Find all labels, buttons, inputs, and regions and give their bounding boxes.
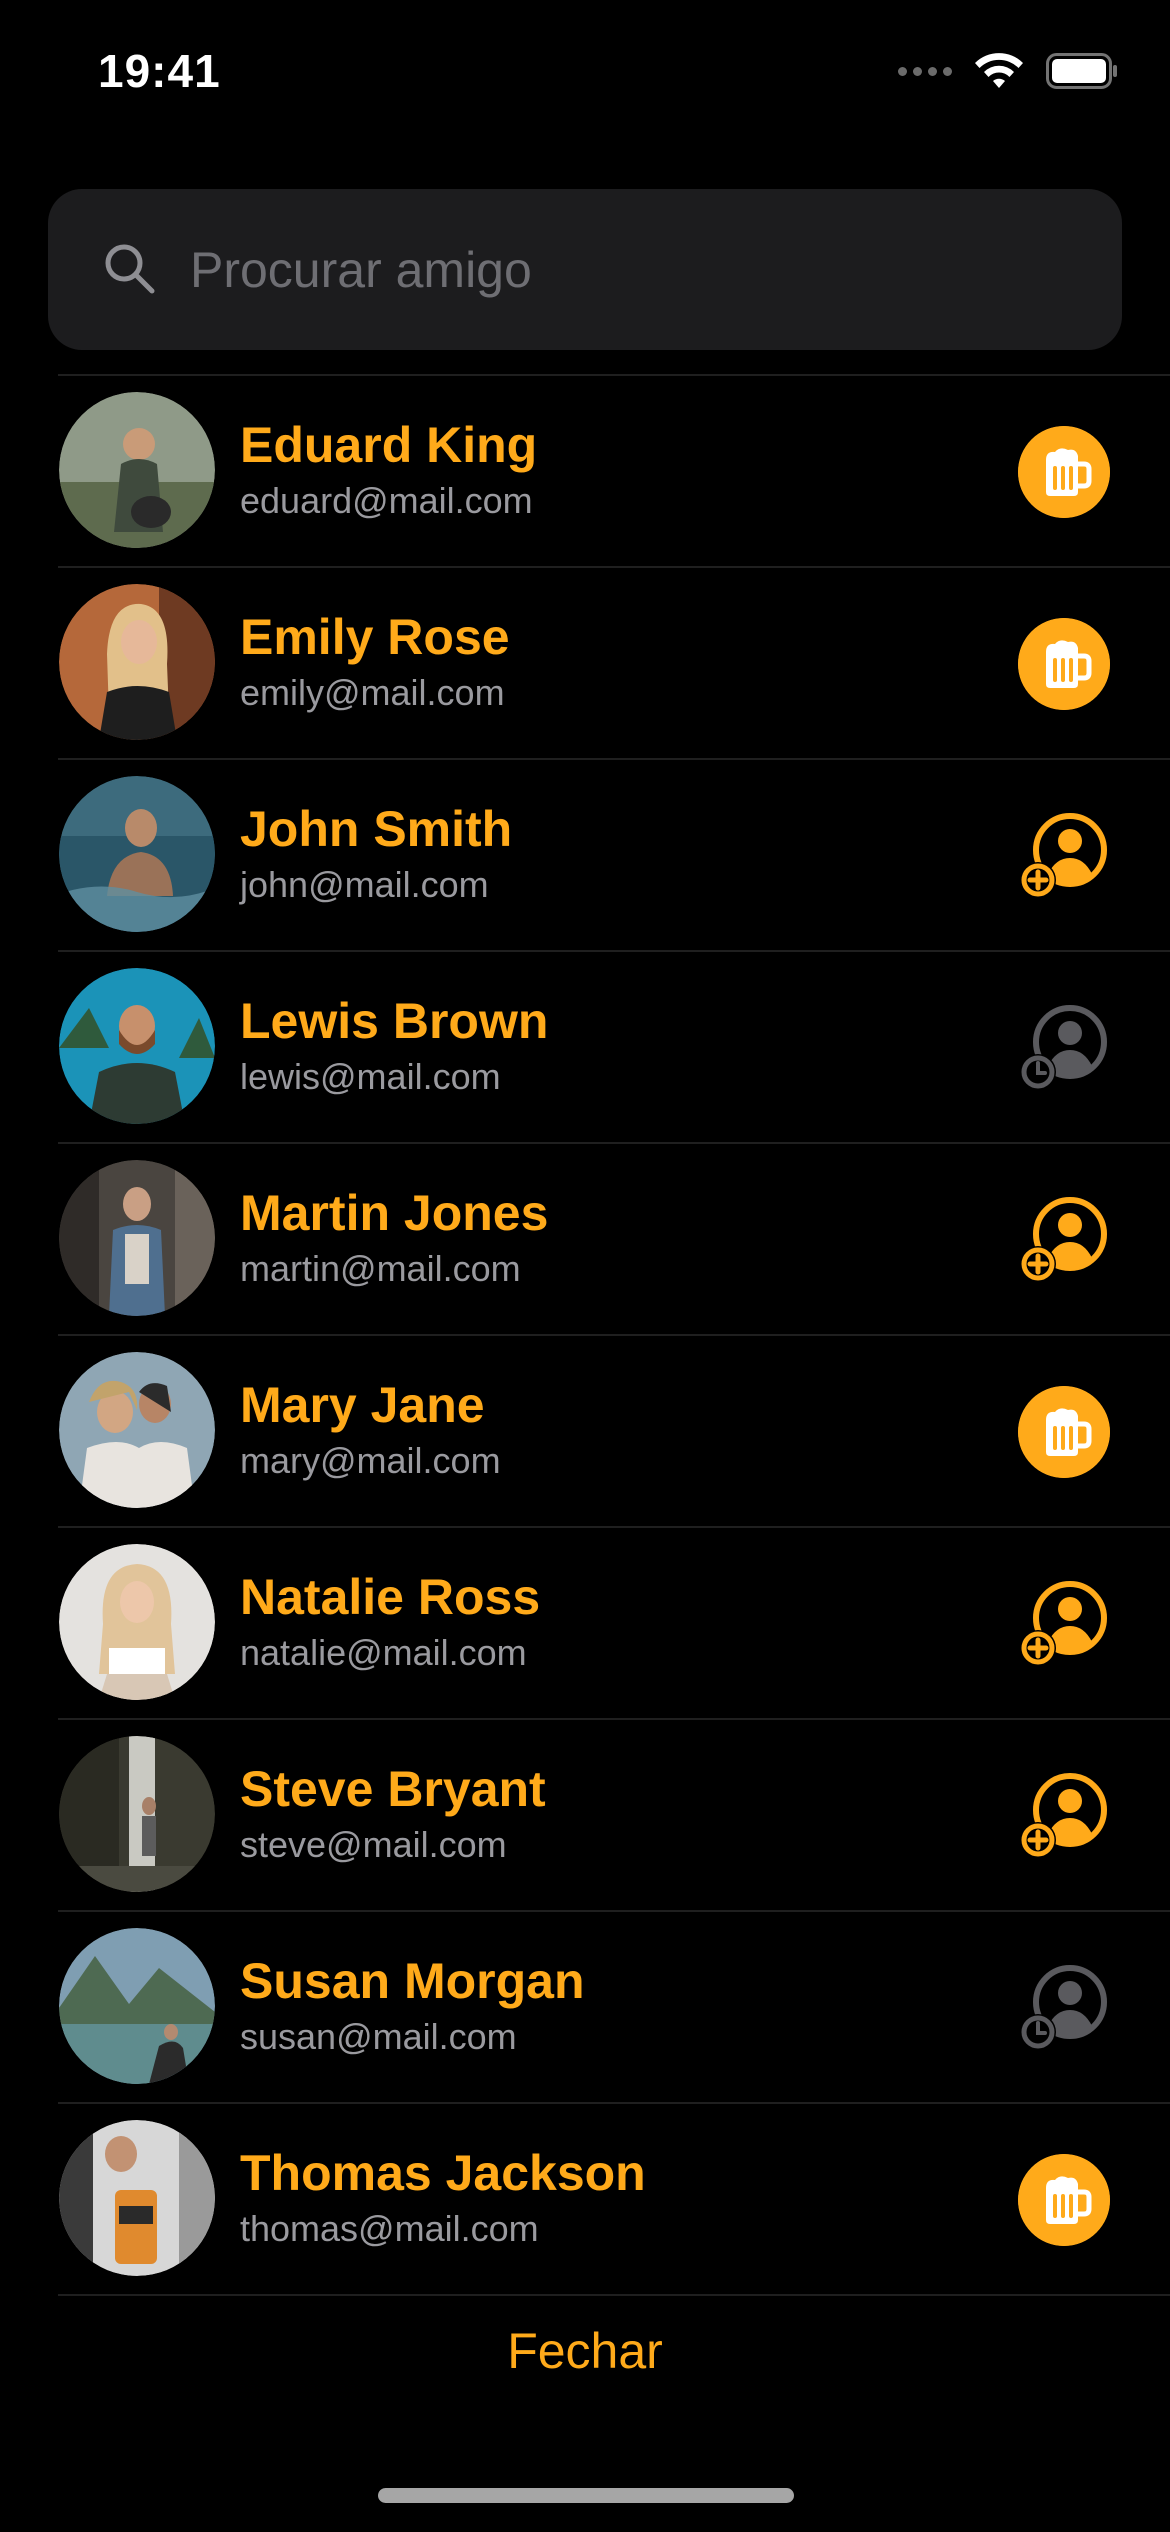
friend-email: susan@mail.com [240,2016,517,2057]
list-item[interactable]: Lewis Brown lewis@mail.com [0,952,1170,1144]
add-friend-icon[interactable] [1018,1194,1110,1286]
friend-email: natalie@mail.com [240,1632,527,1673]
status-bar: 19:41 [0,0,1170,150]
avatar [59,1352,215,1508]
add-friend-icon[interactable] [1018,810,1110,902]
list-item[interactable]: John Smith john@mail.com [0,760,1170,952]
avatar [59,1736,215,1892]
list-item[interactable]: Thomas Jackson thomas@mail.com [0,2104,1170,2296]
friend-name: John Smith [240,801,513,857]
avatar [59,392,215,548]
avatar [59,776,215,932]
list-item[interactable]: Mary Jane mary@mail.com [0,1336,1170,1528]
avatar [59,1544,215,1700]
cellular-signal-icon [898,66,952,76]
friend-name: Natalie Ross [240,1569,541,1625]
friend-name: Lewis Brown [240,993,549,1049]
beer-icon[interactable] [1018,426,1110,518]
close-button[interactable]: Fechar [0,2296,1170,2406]
battery-icon [1046,53,1117,89]
friend-name: Susan Morgan [240,1953,585,2009]
wifi-icon [975,53,1023,88]
pending-friend-icon[interactable] [1018,1962,1110,2054]
friend-email: mary@mail.com [240,1440,501,1481]
pending-friend-icon[interactable] [1018,1002,1110,1094]
friend-email: thomas@mail.com [240,2208,539,2249]
friend-email: eduard@mail.com [240,480,533,521]
home-indicator[interactable] [378,2488,794,2503]
list-item[interactable]: Martin Jones martin@mail.com [0,1144,1170,1336]
friend-email: lewis@mail.com [240,1056,501,1097]
list-item[interactable]: Emily Rose emily@mail.com [0,568,1170,760]
status-time: 19:41 [98,45,221,97]
list-item[interactable]: Eduard King eduard@mail.com [0,376,1170,568]
avatar [59,2120,215,2276]
friend-list: Eduard King eduard@mail.com Emily Rose e… [0,376,1170,2296]
list-item[interactable]: Steve Bryant steve@mail.com [0,1720,1170,1912]
friend-name: Eduard King [240,417,538,473]
add-friend-icon[interactable] [1018,1578,1110,1670]
friend-email: john@mail.com [240,864,489,905]
search-icon [105,244,155,294]
list-item[interactable]: Susan Morgan susan@mail.com [0,1912,1170,2104]
avatar [59,1928,215,2084]
friend-email: steve@mail.com [240,1824,507,1865]
friend-name: Thomas Jackson [240,2145,646,2201]
friend-name: Mary Jane [240,1377,485,1433]
friend-email: emily@mail.com [240,672,505,713]
friend-name: Emily Rose [240,609,510,665]
friend-name: Martin Jones [240,1185,549,1241]
beer-icon[interactable] [1018,618,1110,710]
beer-icon[interactable] [1018,1386,1110,1478]
add-friend-icon[interactable] [1018,1770,1110,1862]
search-input[interactable] [190,189,1070,350]
avatar [59,1160,215,1316]
friend-name: Steve Bryant [240,1761,546,1817]
list-item[interactable]: Natalie Ross natalie@mail.com [0,1528,1170,1720]
friend-email: martin@mail.com [240,1248,521,1289]
search-bar[interactable] [48,189,1122,350]
status-indicators [898,52,1118,90]
avatar [59,584,215,740]
avatar [59,968,215,1124]
beer-icon[interactable] [1018,2154,1110,2246]
